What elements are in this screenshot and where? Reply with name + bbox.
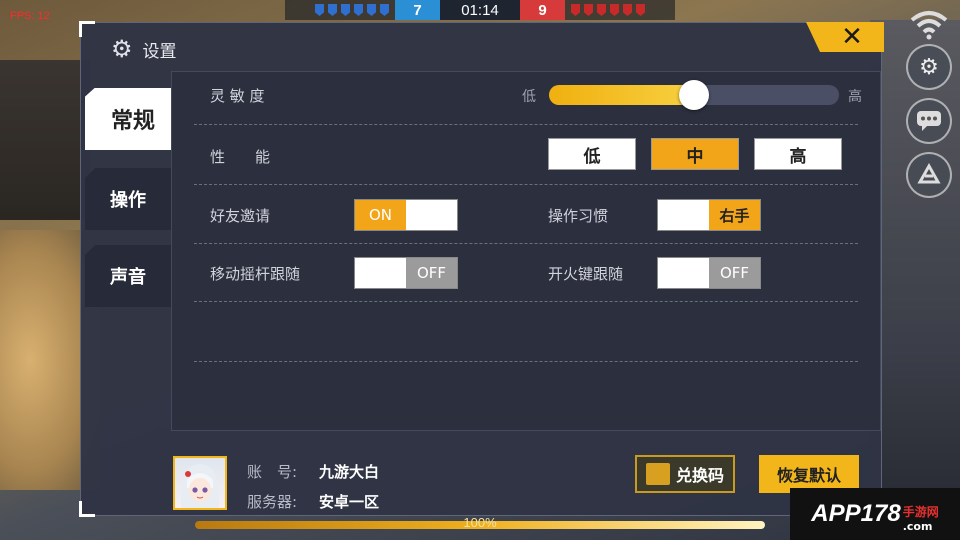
toggle-blank (658, 200, 709, 230)
performance-low-button[interactable]: 低 (548, 138, 636, 170)
slider-low-label: 低 (522, 89, 536, 105)
slider-fill (549, 85, 694, 105)
option-label: 高 (789, 146, 807, 167)
toggle-blank (355, 258, 406, 288)
red-player-marker (610, 4, 619, 16)
blue-player-marker (380, 4, 389, 16)
red-team-markers (565, 0, 675, 20)
red-player-marker (571, 4, 580, 16)
gift-icon (645, 463, 670, 485)
watermark-domain: .com (902, 520, 933, 533)
tab-controls[interactable]: 操作 (85, 168, 171, 230)
tab-label: 声音 (110, 267, 146, 288)
redeem-code-button[interactable]: 兑换码 (635, 455, 735, 493)
performance-high-button[interactable]: 高 (754, 138, 842, 170)
fire-follow-label: 开火键跟随 (548, 265, 624, 283)
gear-icon: ⚙ (111, 35, 133, 63)
server-value: 安卓一区 (319, 493, 380, 511)
red-player-marker (623, 4, 632, 16)
close-button[interactable]: ✕ (806, 22, 884, 52)
red-player-marker (584, 4, 593, 16)
scoreboard: 7 01:14 9 (285, 0, 675, 20)
settings-gear-icon[interactable]: ⚙ (906, 44, 952, 90)
loading-progress: 100% (195, 515, 765, 532)
joystick-follow-toggle[interactable]: OFF (354, 257, 458, 289)
fire-follow-toggle[interactable]: OFF (657, 257, 761, 289)
wifi-icon (906, 2, 952, 48)
red-player-marker (597, 4, 606, 16)
avatar (173, 456, 227, 510)
toggle-blank (406, 200, 457, 230)
dialog-title: 设置 (142, 41, 177, 62)
blue-player-marker (367, 4, 376, 16)
blue-team-score: 7 (395, 0, 440, 20)
joystick-follow-label: 移动摇杆跟随 (210, 265, 301, 283)
watermark-sub: 手游网 (902, 505, 939, 519)
frame-corner (79, 21, 95, 37)
blue-player-marker (315, 4, 324, 16)
control-habit-toggle[interactable]: 右手 (657, 199, 761, 231)
progress-label: 100% (463, 515, 497, 530)
performance-row: 性 能 低 中 高 (194, 125, 858, 185)
toggle-on-label: ON (355, 200, 406, 230)
settings-panel: 灵 敏 度 低 高 性 能 低 中 高 好友邀请 ON 操作习惯 右手 移动摇杆… (171, 71, 881, 431)
follow-row: 移动摇杆跟随 OFF 开火键跟随 OFF (194, 244, 858, 302)
control-habit-value: 右手 (709, 200, 760, 230)
option-label: 低 (583, 146, 601, 167)
slider-high-label: 高 (848, 89, 862, 105)
slider-handle[interactable] (679, 80, 709, 110)
friend-invite-label: 好友邀请 (210, 207, 271, 225)
tab-sound[interactable]: 声音 (85, 245, 171, 307)
tab-label: 操作 (110, 190, 146, 211)
option-label: 中 (686, 146, 704, 167)
watermark: APP178 手游网 .com (790, 488, 960, 540)
close-x-icon: ✕ (841, 22, 863, 52)
red-player-marker (636, 4, 645, 16)
match-timer: 01:14 (440, 0, 520, 20)
invite-habit-row: 好友邀请 ON 操作习惯 右手 (194, 185, 858, 244)
sensitivity-label: 灵 敏 度 (210, 87, 265, 105)
background-right-scene (870, 20, 960, 490)
tab-general[interactable]: 常规 (85, 88, 181, 150)
friend-invite-toggle[interactable]: ON (354, 199, 458, 231)
toggle-off-label: OFF (709, 258, 760, 288)
empty-row (194, 302, 858, 362)
account-value: 九游大白 (319, 463, 380, 481)
control-habit-label: 操作习惯 (548, 207, 609, 225)
watermark-brand: APP178 (811, 500, 901, 527)
toggle-off-label: OFF (406, 258, 457, 288)
performance-label: 性 能 (210, 148, 271, 166)
account-footer: 账 号: 九游大白 服务器: 安卓一区 兑换码 恢复默认 (81, 433, 883, 517)
settings-dialog: ⚙ 设置 ✕ 常规 操作 声音 灵 敏 度 低 高 性 能 低 中 高 好友邀请… (79, 21, 884, 517)
performance-mid-button[interactable]: 中 (651, 138, 739, 170)
dialog-header: ⚙ 设置 (111, 35, 177, 63)
sensitivity-row: 灵 敏 度 低 高 (194, 72, 862, 125)
fps-counter: FPS: 12 (10, 10, 50, 22)
emote-icon[interactable] (906, 152, 952, 198)
blue-player-marker (354, 4, 363, 16)
red-team-score: 9 (520, 0, 565, 20)
blue-player-marker (328, 4, 337, 16)
chat-icon[interactable] (906, 98, 952, 144)
server-label: 服务器: (247, 493, 298, 511)
tab-label: 常规 (110, 109, 155, 134)
restore-label: 恢复默认 (776, 466, 841, 485)
blue-player-marker (341, 4, 350, 16)
redeem-label: 兑换码 (675, 466, 724, 485)
account-label: 账 号: (247, 463, 298, 481)
blue-team-markers (285, 0, 395, 20)
toggle-blank (658, 258, 709, 288)
background-wall (0, 60, 90, 220)
